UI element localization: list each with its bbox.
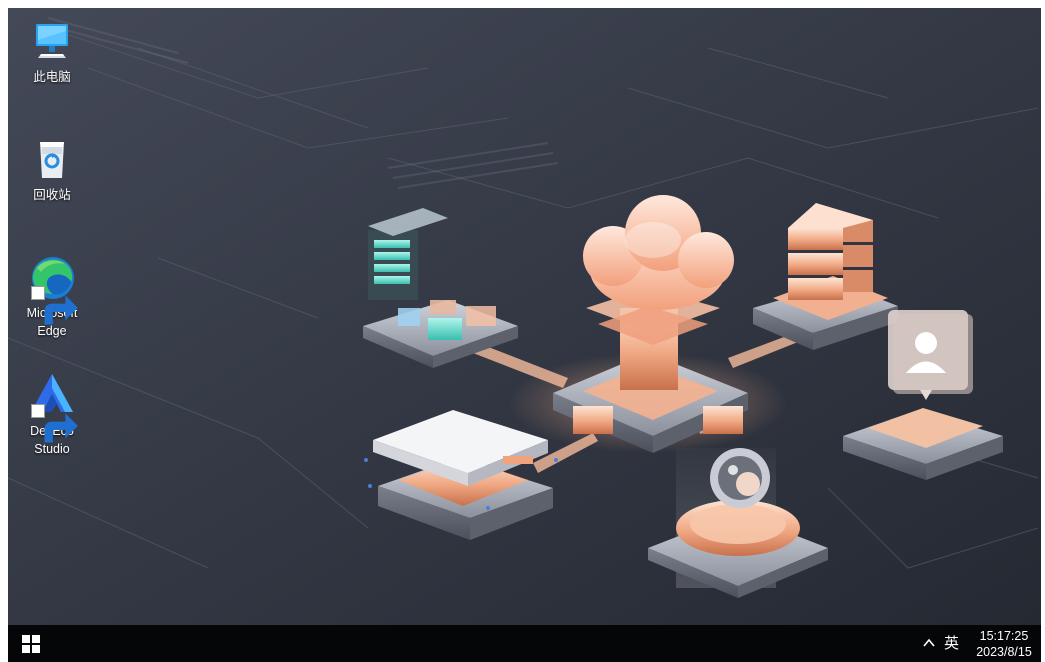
input-method-indicator[interactable]: 英 <box>944 633 959 653</box>
taskbar: 英 15:17:25 2023/8/15 <box>8 625 1041 662</box>
desktop-wallpaper <box>8 8 1041 625</box>
this-pc-label: 此电脑 <box>33 70 71 84</box>
recycle-bin-label: 回收站 <box>33 188 71 202</box>
recycle-bin-icon <box>27 134 77 184</box>
deveco-studio-icon <box>27 370 78 443</box>
edge-browser-icon <box>27 252 78 325</box>
clock-time: 15:17:25 <box>979 629 1029 643</box>
clock-date: 2023/8/15 <box>976 645 1032 659</box>
this-pc-shortcut[interactable]: 此电脑 <box>17 16 87 86</box>
shortcut-arrow-icon <box>31 286 78 325</box>
microsoft-edge-shortcut[interactable]: Microsoft Edge <box>17 252 87 340</box>
show-hidden-icons-button[interactable] <box>921 635 937 651</box>
deveco-studio-shortcut[interactable]: DevEco Studio <box>17 370 87 458</box>
recycle-bin-shortcut[interactable]: 回收站 <box>17 134 87 204</box>
desktop-screen: 此电脑 回收站 Microsoft Edge <box>8 8 1041 662</box>
shortcut-arrow-icon <box>31 404 78 443</box>
system-clock[interactable]: 15:17:25 2023/8/15 <box>970 628 1038 660</box>
start-button[interactable] <box>22 635 40 653</box>
computer-monitor-icon <box>27 16 77 66</box>
chevron-up-icon <box>923 638 935 647</box>
